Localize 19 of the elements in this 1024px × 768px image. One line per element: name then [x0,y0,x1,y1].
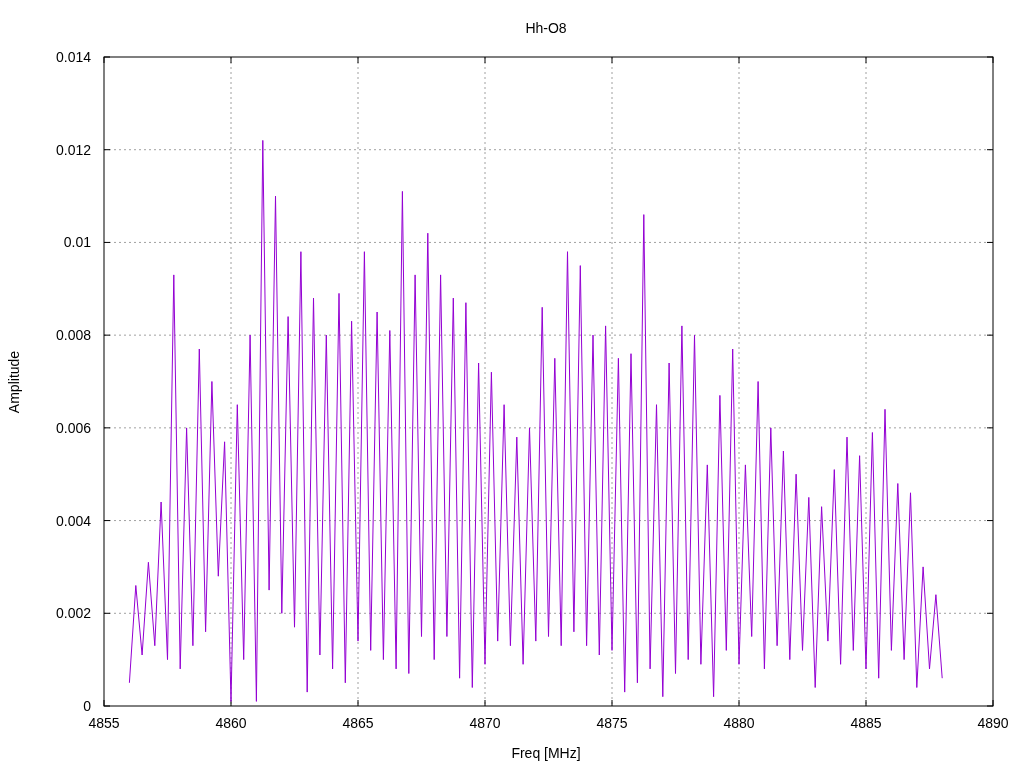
y-tick-label: 0.006 [55,419,91,436]
x-tick-label: 4855 [88,715,120,731]
y-tick-label: 0.012 [55,141,91,158]
y-tick-label: 0.008 [55,327,91,344]
x-axis-label: Freq [MHz] [511,745,581,761]
y-tick-label: 0.004 [55,512,91,529]
x-tick-label: 4870 [469,715,501,731]
x-tick-label: 4865 [342,715,374,731]
y-tick-label: 0.01 [63,234,91,251]
x-tick-label: 4880 [723,715,755,731]
x-tick-label: 4875 [596,715,628,731]
x-tick-label: 4890 [977,715,1009,731]
y-tick-label: 0.002 [55,605,91,622]
chart-title: Hh-O8 [525,20,567,36]
y-tick-label: 0.014 [55,49,91,65]
x-tick-label: 4860 [215,715,247,731]
y-axis-label: Amplitude [6,350,22,414]
x-tick-label: 4885 [850,715,882,731]
y-tick-label: 0 [83,698,91,714]
